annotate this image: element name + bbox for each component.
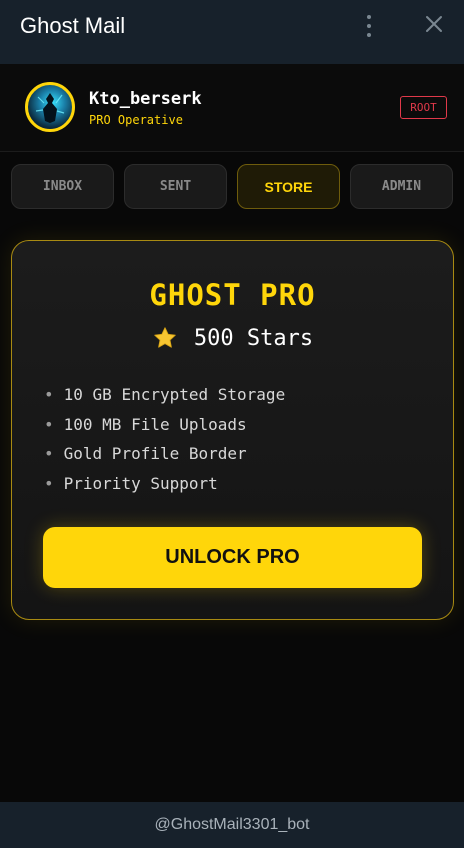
app-title: Ghost Mail bbox=[20, 13, 126, 38]
menu-dot bbox=[367, 24, 371, 28]
bullet: • bbox=[44, 414, 54, 434]
star-icon bbox=[154, 327, 176, 348]
price-row: 500 Stars bbox=[12, 325, 453, 351]
feature-item: • Priority Support bbox=[44, 473, 285, 503]
feature-list: • 10 GB Encrypted Storage • 100 MB File Up… bbox=[44, 384, 285, 502]
feature-item: • Gold Profile Border bbox=[44, 443, 285, 473]
bot-handle-footer[interactable]: @GhostMail3301_bot bbox=[0, 802, 464, 848]
user-rank: PRO Operative bbox=[89, 113, 183, 127]
bullet: • bbox=[44, 385, 54, 404]
avatar[interactable] bbox=[25, 82, 75, 132]
feature-label: Gold Profile Border bbox=[63, 444, 247, 463]
close-icon[interactable] bbox=[421, 11, 447, 37]
tab-sent[interactable]: SENT bbox=[124, 164, 227, 209]
feature-label: Priority Support bbox=[63, 473, 218, 493]
tab-store[interactable]: STORE bbox=[237, 164, 340, 209]
feature-item: • 10 GB Encrypted Storage bbox=[44, 384, 285, 414]
menu-dot bbox=[367, 15, 371, 19]
bullet: • bbox=[44, 444, 54, 463]
ghost-pro-card: GHOST PRO 500 Stars • 10 GB Encrypted Sto… bbox=[11, 240, 454, 620]
username: Kto_berserk bbox=[89, 89, 202, 109]
profile-header: Kto_berserk PRO Operative ROOT bbox=[0, 64, 464, 152]
ghost-mail-app: Ghost Mail Kto_berserk PRO Operative ROO… bbox=[0, 0, 464, 848]
feature-label: 100 MB File Uploads bbox=[63, 414, 247, 434]
card-title: GHOST PRO bbox=[149, 278, 316, 312]
feature-item: • 100 MB File Uploads bbox=[44, 414, 285, 444]
root-badge: ROOT bbox=[400, 96, 447, 119]
price-label: 500 Stars bbox=[193, 325, 314, 351]
tab-inbox[interactable]: INBOX bbox=[11, 164, 114, 209]
more-vertical-icon[interactable] bbox=[358, 12, 380, 40]
bullet: • bbox=[44, 473, 54, 493]
feature-label: 10 GB Encrypted Storage bbox=[63, 385, 286, 404]
menu-dot bbox=[367, 33, 371, 37]
unlock-pro-button[interactable]: UNLOCK PRO bbox=[43, 527, 422, 588]
title-bar: Ghost Mail bbox=[0, 0, 464, 64]
tab-admin[interactable]: ADMIN bbox=[350, 164, 453, 209]
